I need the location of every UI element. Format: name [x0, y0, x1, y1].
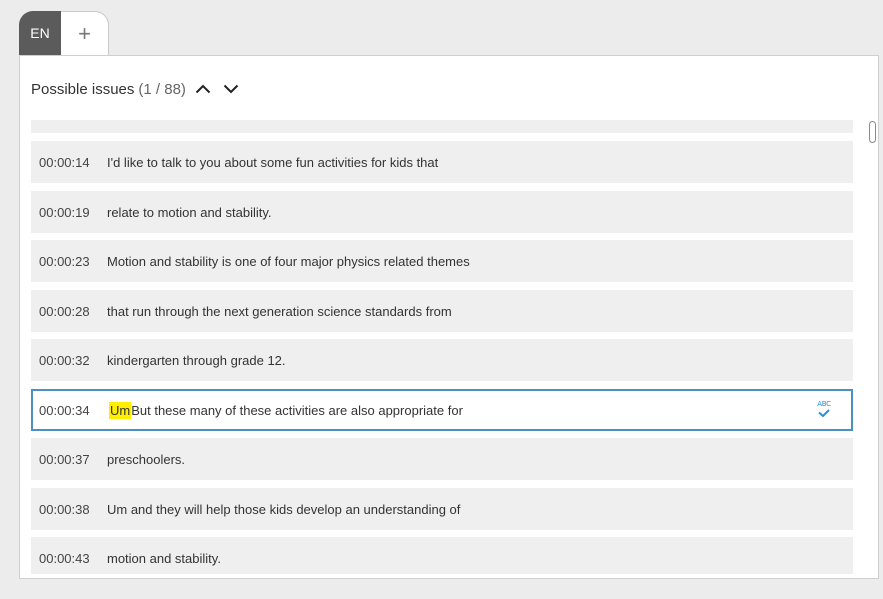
flagged-word[interactable]: Um: [109, 401, 132, 419]
list-item[interactable]: 00:00:23 Motion and stability is one of …: [31, 240, 853, 282]
subtitle-text: kindergarten through grade 12.: [107, 352, 286, 368]
timestamp: 00:00:37: [39, 451, 90, 467]
next-issue-button[interactable]: [220, 78, 242, 100]
timestamp: 00:00:34: [39, 402, 90, 418]
subtitle-text: Um and they will help those kids develop…: [107, 501, 461, 517]
issues-panel: Possible issues (1 / 88) 00:00:14 I'd li…: [19, 55, 879, 579]
timestamp: 00:00:19: [39, 204, 90, 220]
issues-title: Possible issues: [31, 80, 135, 98]
subtitle-text: motion and stability.: [107, 550, 221, 566]
chevron-down-icon: [223, 84, 239, 94]
list-item[interactable]: 00:00:19 relate to motion and stability.: [31, 191, 853, 233]
list-item[interactable]: 00:00:38 Um and they will help those kid…: [31, 488, 853, 530]
list-item[interactable]: 00:00:37 preschoolers.: [31, 438, 853, 480]
subtitle-list: 00:00:14 I'd like to talk to you about s…: [31, 120, 854, 574]
subtitle-text: relate to motion and stability.: [107, 204, 272, 220]
list-item[interactable]: [31, 120, 853, 133]
subtitle-text: Motion and stability is one of four majo…: [107, 253, 470, 269]
active-list-item[interactable]: 00:00:34 UmBut these many of these activ…: [31, 389, 853, 431]
issues-count: (1 / 88): [138, 80, 186, 98]
previous-issue-button[interactable]: [192, 78, 214, 100]
list-item[interactable]: 00:00:43 motion and stability.: [31, 537, 853, 574]
timestamp: 00:00:23: [39, 253, 90, 269]
list-item[interactable]: 00:00:32 kindergarten through grade 12.: [31, 339, 853, 381]
scrollbar[interactable]: [869, 121, 877, 573]
list-item[interactable]: 00:00:14 I'd like to talk to you about s…: [31, 141, 853, 183]
check-icon: [818, 409, 830, 417]
list-item[interactable]: 00:00:28 that run through the next gener…: [31, 290, 853, 332]
chevron-up-icon: [195, 84, 211, 94]
timestamp: 00:00:32: [39, 352, 90, 368]
subtitle-text: I'd like to talk to you about some fun a…: [107, 154, 439, 170]
timestamp: 00:00:28: [39, 303, 90, 319]
language-tabs: EN +: [19, 11, 109, 55]
spellcheck-button[interactable]: ABC: [815, 400, 833, 422]
subtitle-text[interactable]: UmBut these many of these activities are…: [109, 401, 851, 419]
tab-language-en[interactable]: EN: [19, 11, 61, 55]
subtitle-text: that run through the next generation sci…: [107, 303, 452, 319]
subtitle-text: preschoolers.: [107, 451, 186, 467]
timestamp: 00:00:43: [39, 550, 90, 566]
timestamp: 00:00:38: [39, 501, 90, 517]
scrollbar-thumb[interactable]: [869, 121, 876, 143]
subtitle-text-rest: But these many of these activities are a…: [131, 402, 463, 418]
add-language-tab-button[interactable]: +: [61, 11, 109, 55]
spellcheck-label: ABC: [817, 400, 831, 408]
timestamp: 00:00:14: [39, 154, 90, 170]
issues-header: Possible issues (1 / 88): [31, 78, 242, 100]
